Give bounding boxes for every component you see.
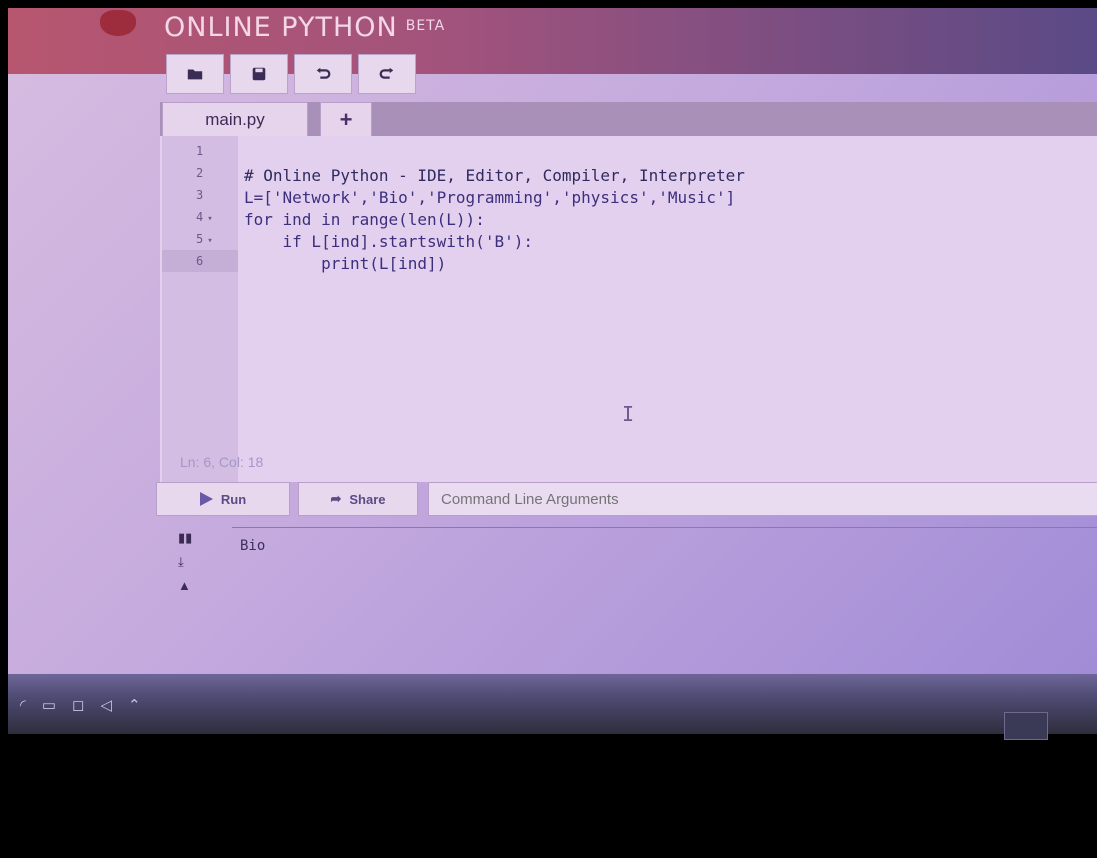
app-title-text: ONLINE PYTHON: [164, 12, 398, 43]
save-icon: [252, 67, 266, 81]
line-number-active: 6: [162, 250, 238, 272]
camera-icon[interactable]: ◻: [72, 696, 84, 714]
command-line-arguments-input[interactable]: [428, 482, 1097, 516]
output-area[interactable]: Bio: [232, 527, 1097, 648]
app-title: ONLINE PYTHON BETA: [164, 12, 445, 43]
line-number: 5 ▾: [196, 232, 213, 246]
line-number: 4 ▾: [196, 210, 213, 224]
text-cursor-icon: I: [622, 402, 635, 426]
line-number: 1: [196, 144, 204, 158]
code-line-4[interactable]: for ind in range(len(L)):: [244, 210, 485, 229]
system-tray: ◜ ▭ ◻ ◁ ⌃: [20, 696, 141, 714]
run-button[interactable]: Run: [156, 482, 290, 516]
code-line-2[interactable]: # Online Python - IDE, Editor, Compiler,…: [244, 166, 745, 185]
download-icon[interactable]: ⤓: [178, 554, 192, 570]
line-number: 2: [196, 166, 204, 180]
output-text: Bio: [240, 538, 266, 554]
battery-icon[interactable]: ▭: [42, 696, 56, 714]
share-label: Share: [349, 491, 386, 507]
beta-badge: BETA: [405, 18, 446, 34]
redo-button[interactable]: [358, 54, 416, 94]
copy-icon[interactable]: ▮▮: [178, 530, 192, 546]
share-icon: ➦: [330, 491, 342, 506]
code-line-5[interactable]: if L[ind].startswith('B'):: [244, 232, 533, 251]
folder-icon: [187, 69, 203, 80]
play-icon: [199, 492, 213, 506]
chevron-up-icon[interactable]: ⌃: [128, 696, 141, 714]
run-label: Run: [220, 491, 247, 507]
undo-button[interactable]: [294, 54, 352, 94]
tab-main-py[interactable]: main.py: [162, 102, 308, 136]
screen: ONLINE PYTHON BETA main.py + 1 2 3 4 ▾ 5 ▾ …: [8, 8, 1097, 733]
code-editor[interactable]: 1 2 3 4 ▾ 5 ▾ 6 # Online Python - IDE, Edi…: [160, 136, 1097, 482]
code-line-3[interactable]: L=['Network','Bio','Programming','physic…: [244, 188, 735, 207]
open-button[interactable]: [166, 54, 224, 94]
redo-icon: [379, 67, 394, 79]
line-number-gutter: 1 2 3 4 ▾ 5 ▾ 6: [162, 136, 238, 482]
share-button[interactable]: ➦ Share: [298, 482, 418, 516]
fold-toggle-icon[interactable]: ▾: [207, 236, 212, 246]
os-taskbar: ◜ ▭ ◻ ◁ ⌃: [8, 674, 1097, 740]
output-actions: ▮▮ ⤓ ▲: [178, 530, 192, 594]
add-tab-button[interactable]: +: [320, 102, 372, 136]
fold-toggle-icon[interactable]: ▾: [207, 214, 212, 224]
python-logo-icon: [100, 10, 136, 36]
undo-icon: [316, 67, 331, 79]
image-thumbnail-icon[interactable]: [1004, 712, 1048, 740]
line-number: 3: [196, 188, 204, 202]
collapse-icon[interactable]: ▲: [178, 578, 192, 594]
cursor-position-status: Ln: 6, Col: 18: [180, 454, 264, 470]
volume-icon[interactable]: ◁: [100, 696, 112, 714]
save-button[interactable]: [230, 54, 288, 94]
code-line-6[interactable]: print(L[ind]): [244, 254, 446, 273]
tab-bar: main.py +: [160, 102, 1097, 136]
output-panel: ▮▮ ⤓ ▲ Bio: [160, 522, 1097, 672]
toolbar: [166, 54, 416, 94]
wifi-icon[interactable]: ◜: [20, 696, 26, 714]
